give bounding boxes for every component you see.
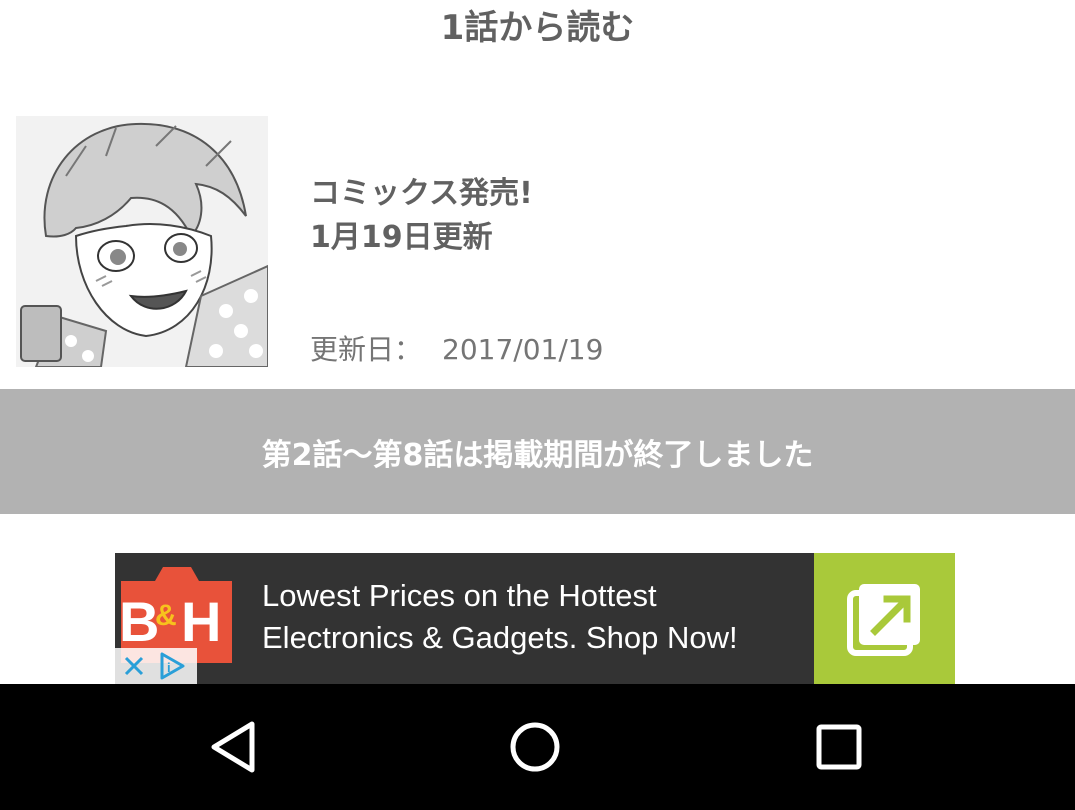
episode-list-item[interactable]: コミックス発売! 1月19日更新 更新日： 2017/01/19: [0, 112, 1075, 372]
update-date-label: 更新日：: [310, 333, 423, 366]
external-link-icon[interactable]: [814, 553, 955, 684]
close-icon[interactable]: [115, 648, 153, 684]
ad-copy-line1: Lowest Prices on the Hottest: [262, 578, 657, 613]
ad-copy: Lowest Prices on the Hottest Electronics…: [262, 575, 792, 659]
read-from-first-link[interactable]: 1話から読む: [0, 0, 1075, 48]
android-navigation-bar: [0, 684, 1075, 810]
episode-thumbnail: [16, 116, 268, 367]
adchoices-icon[interactable]: i: [153, 648, 191, 684]
svg-text:B: B: [119, 590, 159, 653]
svg-text:i: i: [167, 660, 171, 675]
ad-banner[interactable]: B & H Lowest Prices on the Hottest Elect…: [115, 553, 955, 684]
episode-title-line2: 1月19日更新: [310, 220, 493, 255]
svg-text:H: H: [181, 590, 221, 653]
back-triangle-icon[interactable]: [198, 714, 268, 780]
ad-choices[interactable]: i: [115, 648, 197, 684]
recents-square-icon[interactable]: [804, 714, 874, 780]
home-circle-icon[interactable]: [500, 714, 570, 780]
ad-copy-line2: Electronics & Gadgets. Shop Now!: [262, 620, 738, 655]
episode-title: コミックス発売! 1月19日更新: [310, 172, 1010, 260]
expired-episodes-notice: 第2話〜第8話は掲載期間が終了しました: [0, 389, 1075, 514]
update-date: 更新日： 2017/01/19: [310, 328, 603, 368]
update-date-value: 2017/01/19: [442, 333, 604, 366]
episode-title-line1: コミックス発売!: [310, 176, 533, 211]
svg-text:&: &: [155, 599, 177, 632]
screen: 1話から読む コミックス発売! 1月19日更新 更新日： 2017/01/19 …: [0, 0, 1075, 810]
